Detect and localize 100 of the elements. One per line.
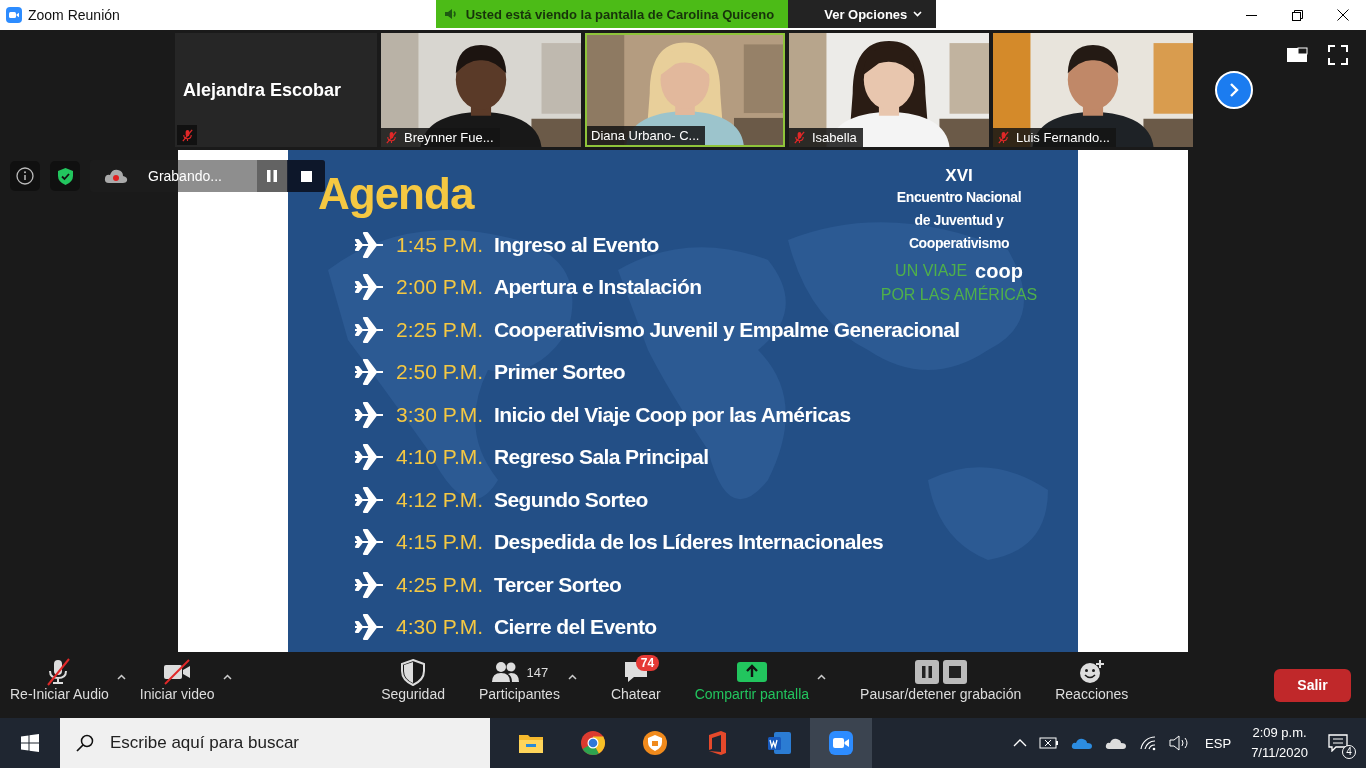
toolbar-button[interactable]: Compartir pantalla xyxy=(690,652,814,706)
pause-icon xyxy=(267,170,277,182)
caret-up-icon xyxy=(567,674,577,680)
toolbar-button[interactable]: Pausar/detener grabación xyxy=(856,652,1026,706)
agenda-time: 1:45 P.M. xyxy=(396,232,485,257)
airplane-icon xyxy=(354,357,384,388)
agenda-item: Cooperativismo Juvenil y Empalme Generacional xyxy=(494,317,960,342)
agenda-item: Regreso Sala Principal xyxy=(494,445,709,470)
event-tagline: POR LAS AMÉRICAS xyxy=(880,284,1038,305)
agenda-item: Inicio del Viaje Coop por las Américas xyxy=(494,402,851,427)
word-icon xyxy=(765,729,793,757)
banner-message: Usted está viendo la pantalla de Carolina Quiceno xyxy=(465,6,775,22)
event-name: Encuentro Nacional xyxy=(896,188,1022,207)
clock[interactable]: 2:09 p.m. 7/11/2020 xyxy=(1251,723,1308,763)
agenda-item: Ingreso al Evento xyxy=(494,232,659,257)
agenda-time: 2:00 P.M. xyxy=(396,275,485,300)
shield-check-icon xyxy=(56,166,74,186)
participant-name: Alejandra Escobar xyxy=(182,79,343,101)
airplane-icon xyxy=(354,442,384,473)
view-options-button[interactable]: Ver Opciones xyxy=(788,0,937,28)
name-tag: Diana Urbano- C... xyxy=(587,126,706,145)
notification-count: 4 xyxy=(1342,745,1356,759)
agenda-item: Despedida de los Líderes Internacionales xyxy=(494,530,884,555)
agenda-item: Cierre del Evento xyxy=(494,615,657,640)
agenda-item: Primer Sorteo xyxy=(494,360,626,385)
agenda-time: 2:25 P.M. xyxy=(396,317,485,342)
airplane-icon xyxy=(354,484,384,515)
pause-stop-icon xyxy=(913,658,968,686)
name-tag: Luis Fernando... xyxy=(993,128,1116,147)
toolbar-button[interactable]: 147 Participantes xyxy=(474,652,564,706)
battery-icon[interactable] xyxy=(1039,736,1060,750)
toolbar-button[interactable]: Iniciar video xyxy=(135,652,219,706)
cloud-record-icon xyxy=(104,168,128,184)
event-edition: XVI xyxy=(945,166,973,186)
caret-up-icon xyxy=(116,674,126,680)
event-name: de Juventud y xyxy=(914,211,1004,230)
event-name: Cooperativismo xyxy=(908,234,1010,253)
chevron-right-icon xyxy=(1228,82,1240,98)
next-page-button[interactable] xyxy=(1215,71,1253,109)
pause-recording-button[interactable] xyxy=(257,160,287,192)
stop-icon xyxy=(300,170,312,182)
agenda-time: 4:30 P.M. xyxy=(396,615,485,640)
agenda-item: Tercer Sorteo xyxy=(494,572,622,597)
muted-mic-icon xyxy=(793,131,806,144)
toolbar-button[interactable]: Seguridad xyxy=(377,652,449,706)
security-status-button[interactable] xyxy=(50,161,80,191)
restore-icon xyxy=(1291,9,1303,21)
airplane-icon xyxy=(354,612,384,643)
toolbar-button[interactable]: Re-Iniciar Audio xyxy=(6,652,113,706)
zoom-logo-icon xyxy=(6,7,22,23)
muted-mic-icon xyxy=(997,131,1010,144)
search-field[interactable]: Escribe aquí para buscar xyxy=(60,718,490,768)
airplane-icon xyxy=(354,229,384,260)
chrome-icon xyxy=(579,729,607,757)
shield-icon xyxy=(399,658,428,686)
info-icon xyxy=(16,167,34,185)
leave-button[interactable]: Salir xyxy=(1274,668,1351,702)
view-layout-icon[interactable] xyxy=(1286,47,1308,63)
coop-logo: coop xyxy=(975,259,1023,283)
lock-shield-icon xyxy=(641,729,669,757)
agenda-time: 2:50 P.M. xyxy=(396,360,485,385)
agenda-time: 4:15 P.M. xyxy=(396,530,485,555)
toolbar-button[interactable]: Reacciones xyxy=(1051,652,1133,706)
message-icon xyxy=(1328,734,1348,752)
agenda-time: 3:30 P.M. xyxy=(396,402,485,427)
airplane-icon xyxy=(354,527,384,558)
cloud-icon[interactable] xyxy=(1105,736,1128,750)
fullscreen-icon[interactable] xyxy=(1328,45,1348,65)
search-icon xyxy=(76,734,94,752)
event-tagline: UN VIAJE xyxy=(895,261,968,281)
agenda-time: 4:25 P.M. xyxy=(396,572,485,597)
video-camera-icon xyxy=(827,729,855,757)
airplane-icon xyxy=(354,569,384,600)
speaker-icon[interactable] xyxy=(1169,735,1190,751)
chevron-up-icon[interactable] xyxy=(1013,738,1028,748)
caret-up-icon xyxy=(222,674,232,680)
airplane-icon xyxy=(354,314,384,345)
window-title: Zoom Reunión xyxy=(28,7,120,23)
name-tag: Isabella xyxy=(789,128,863,147)
taskbar-app-button[interactable] xyxy=(810,718,872,768)
chevron-down-icon xyxy=(913,11,923,17)
name-tag: Breynner Fue... xyxy=(381,128,500,147)
smiley-icon xyxy=(1077,658,1106,686)
speaker-icon xyxy=(443,7,458,21)
agenda-item: Segundo Sorteo xyxy=(494,487,648,512)
agenda-item: Apertura e Instalación xyxy=(494,275,702,300)
language-indicator[interactable]: ESP xyxy=(1205,735,1232,751)
info-button[interactable] xyxy=(10,161,40,191)
agenda-time: 4:10 P.M. xyxy=(396,445,485,470)
airplane-icon xyxy=(354,399,384,430)
airplane-icon xyxy=(354,272,384,303)
windows-logo-icon xyxy=(21,734,39,752)
wifi-icon[interactable] xyxy=(1139,735,1158,751)
unread-badge: 74 xyxy=(635,655,660,671)
muted-mic-icon xyxy=(385,131,398,144)
slide-title: Agenda xyxy=(318,172,474,216)
notifications-button[interactable]: 4 xyxy=(1328,730,1354,756)
agenda-time: 4:12 P.M. xyxy=(396,487,485,512)
caret-up-icon xyxy=(817,674,827,680)
toolbar-button[interactable]: 74 Chatear xyxy=(606,652,665,706)
